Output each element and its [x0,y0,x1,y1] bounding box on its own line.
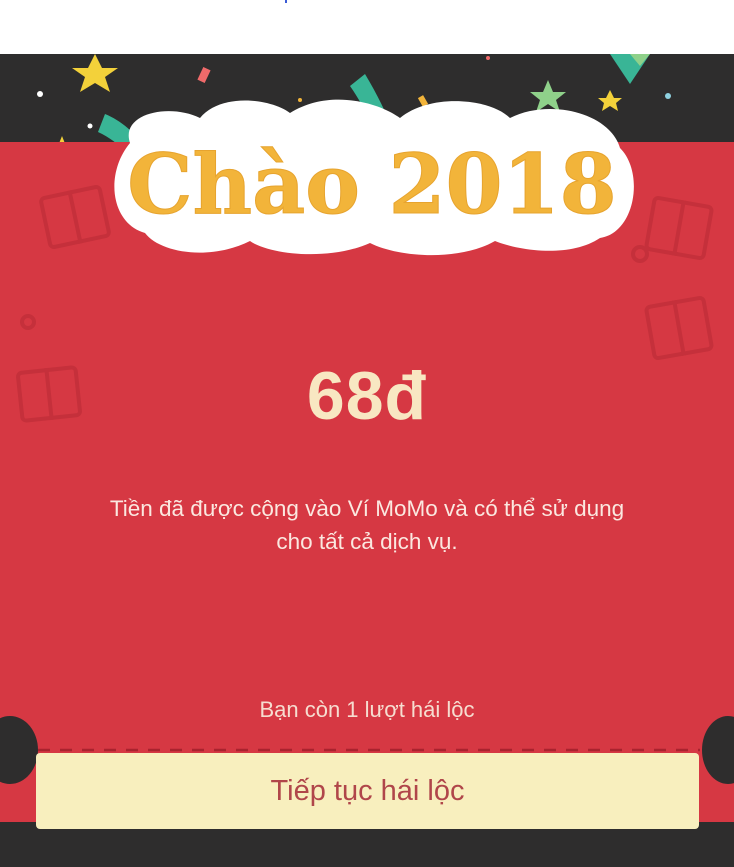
turns-remaining: Bạn còn 1 lượt hái lộc [259,697,475,722]
greeting-title: Chào 2018 [127,137,616,233]
bottom-backdrop [0,850,734,867]
chao-2018-banner: Chào 2018 [114,99,634,256]
reward-description-line1: Tiền đã được cộng vào Ví MoMo và có thể … [109,496,625,521]
top-marker [285,0,287,3]
continue-picking-button[interactable]: Tiếp tục hái lộc [36,753,699,829]
reward-description: Tiền đã được cộng vào Ví MoMo và có thể … [40,492,694,558]
reward-description-line2: cho tất cả dịch vụ. [276,529,458,554]
reward-amount: 68đ [306,358,428,434]
